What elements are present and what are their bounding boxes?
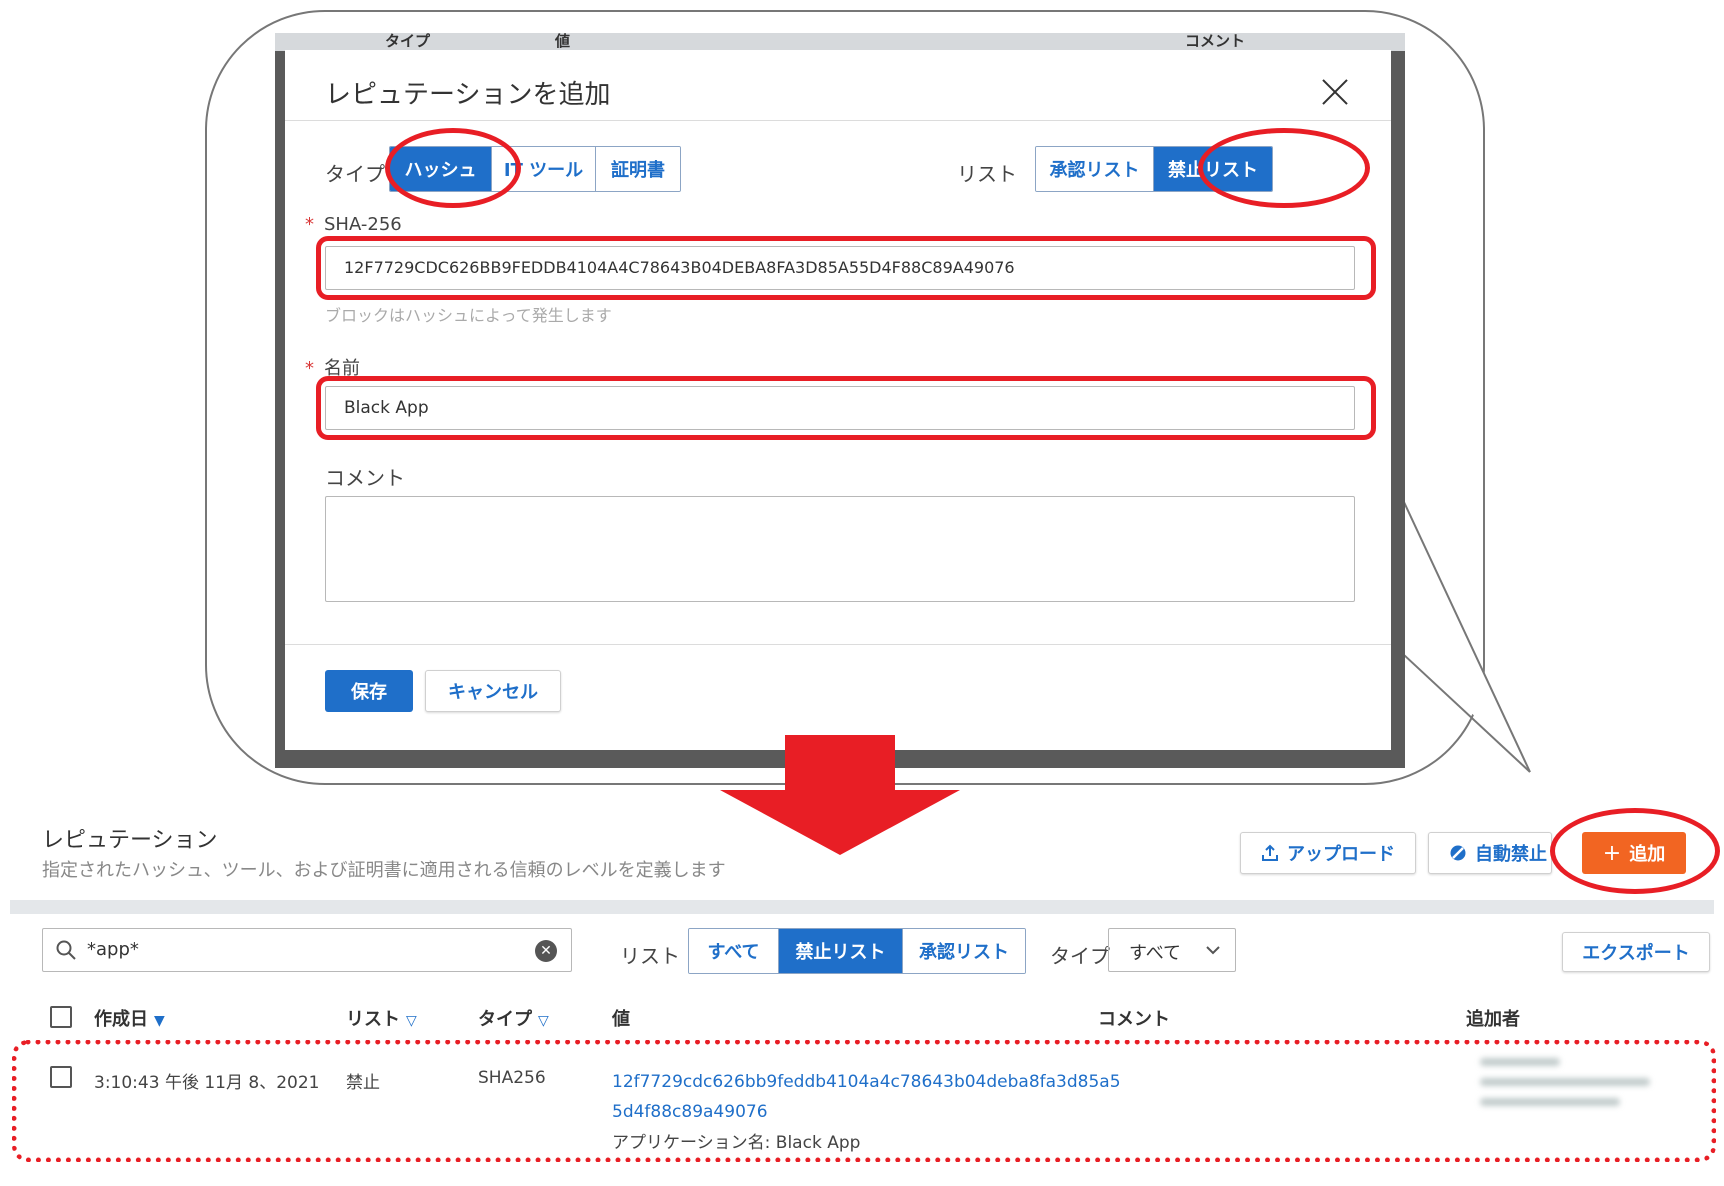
type-select-value: すべて <box>1129 943 1182 964</box>
clear-icon[interactable]: ✕ <box>535 940 557 962</box>
sort-down-icon: ▼ <box>154 1013 165 1029</box>
ban-icon <box>1450 845 1466 861</box>
filter-chevron-icon: ▽ <box>406 1013 417 1029</box>
highlight-name-field <box>316 376 1376 440</box>
section-separator <box>10 900 1714 914</box>
search-value: *app* <box>87 939 139 960</box>
header-type[interactable]: タイプ ▽ <box>478 1005 549 1031</box>
close-icon[interactable] <box>1315 72 1355 112</box>
required-mark: * <box>305 358 314 379</box>
comment-textarea[interactable] <box>325 496 1355 602</box>
dimmed-table-header: タイプ 値 コメント <box>275 33 1405 51</box>
dimmed-header-type: タイプ <box>385 33 431 50</box>
header-value: 値 <box>612 1009 630 1030</box>
header-type-label: タイプ <box>478 1009 532 1030</box>
dialog-divider-top <box>285 120 1391 121</box>
upload-label: アップロード <box>1287 844 1395 865</box>
search-icon <box>56 940 76 960</box>
sha256-label: * SHA-256 <box>305 214 402 235</box>
select-all-checkbox[interactable] <box>50 1006 72 1028</box>
dimmed-header-value: 値 <box>555 33 571 50</box>
header-created-label: 作成日 <box>94 1009 148 1030</box>
export-button[interactable]: エクスポート <box>1562 932 1710 972</box>
highlight-hash-option <box>385 128 521 208</box>
header-created[interactable]: 作成日 ▼ <box>94 1005 165 1031</box>
header-added-by: 追加者 <box>1466 1009 1520 1030</box>
type-option-certificate[interactable]: 証明書 <box>596 147 680 191</box>
list-label: リスト <box>957 162 1017 186</box>
list-option-approved[interactable]: 承認リスト <box>1036 147 1154 191</box>
type-filter-label: タイプ <box>1050 944 1110 968</box>
filter-chevron-icon: ▽ <box>538 1013 549 1029</box>
highlight-banned-option <box>1198 128 1370 208</box>
required-mark: * <box>305 214 314 235</box>
auto-ban-button[interactable]: 自動禁止 <box>1428 832 1552 874</box>
chevron-down-icon <box>1206 946 1220 955</box>
filter-all[interactable]: すべて <box>689 929 779 973</box>
list-filter-segmented: すべて 禁止リスト 承認リスト <box>688 928 1026 974</box>
sha256-hint: ブロックはハッシュによって発生します <box>325 306 612 325</box>
dialog-title: レピュテーションを追加 <box>325 80 611 110</box>
page-subtitle: 指定されたハッシュ、ツール、および証明書に適用される信頼のレベルを定義します <box>42 860 726 881</box>
comment-label: コメント <box>325 466 405 490</box>
filter-banned[interactable]: 禁止リスト <box>779 929 903 973</box>
dimmed-header-comment: コメント <box>1185 33 1246 50</box>
highlight-add-button <box>1550 808 1720 894</box>
highlight-sha256-field <box>316 236 1376 300</box>
header-list-label: リスト <box>346 1009 400 1030</box>
red-arrow-down <box>720 735 960 855</box>
cancel-button[interactable]: キャンセル <box>425 670 561 712</box>
page-title: レピュテーション <box>42 828 218 853</box>
dialog-divider-bottom <box>285 644 1391 645</box>
save-button[interactable]: 保存 <box>325 670 413 712</box>
header-comment: コメント <box>1098 1009 1170 1030</box>
upload-button[interactable]: アップロード <box>1240 832 1416 874</box>
auto-ban-label: 自動禁止 <box>1475 844 1547 865</box>
search-input[interactable]: *app* ✕ <box>42 928 572 972</box>
upload-icon <box>1262 844 1278 861</box>
highlight-result-row <box>12 1040 1716 1162</box>
header-list[interactable]: リスト ▽ <box>346 1005 417 1031</box>
sha256-label-text: SHA-256 <box>324 214 402 235</box>
type-select[interactable]: すべて <box>1108 928 1236 972</box>
type-label: タイプ <box>325 162 385 186</box>
filter-approved[interactable]: 承認リスト <box>903 929 1025 973</box>
list-filter-label: リスト <box>620 944 680 968</box>
